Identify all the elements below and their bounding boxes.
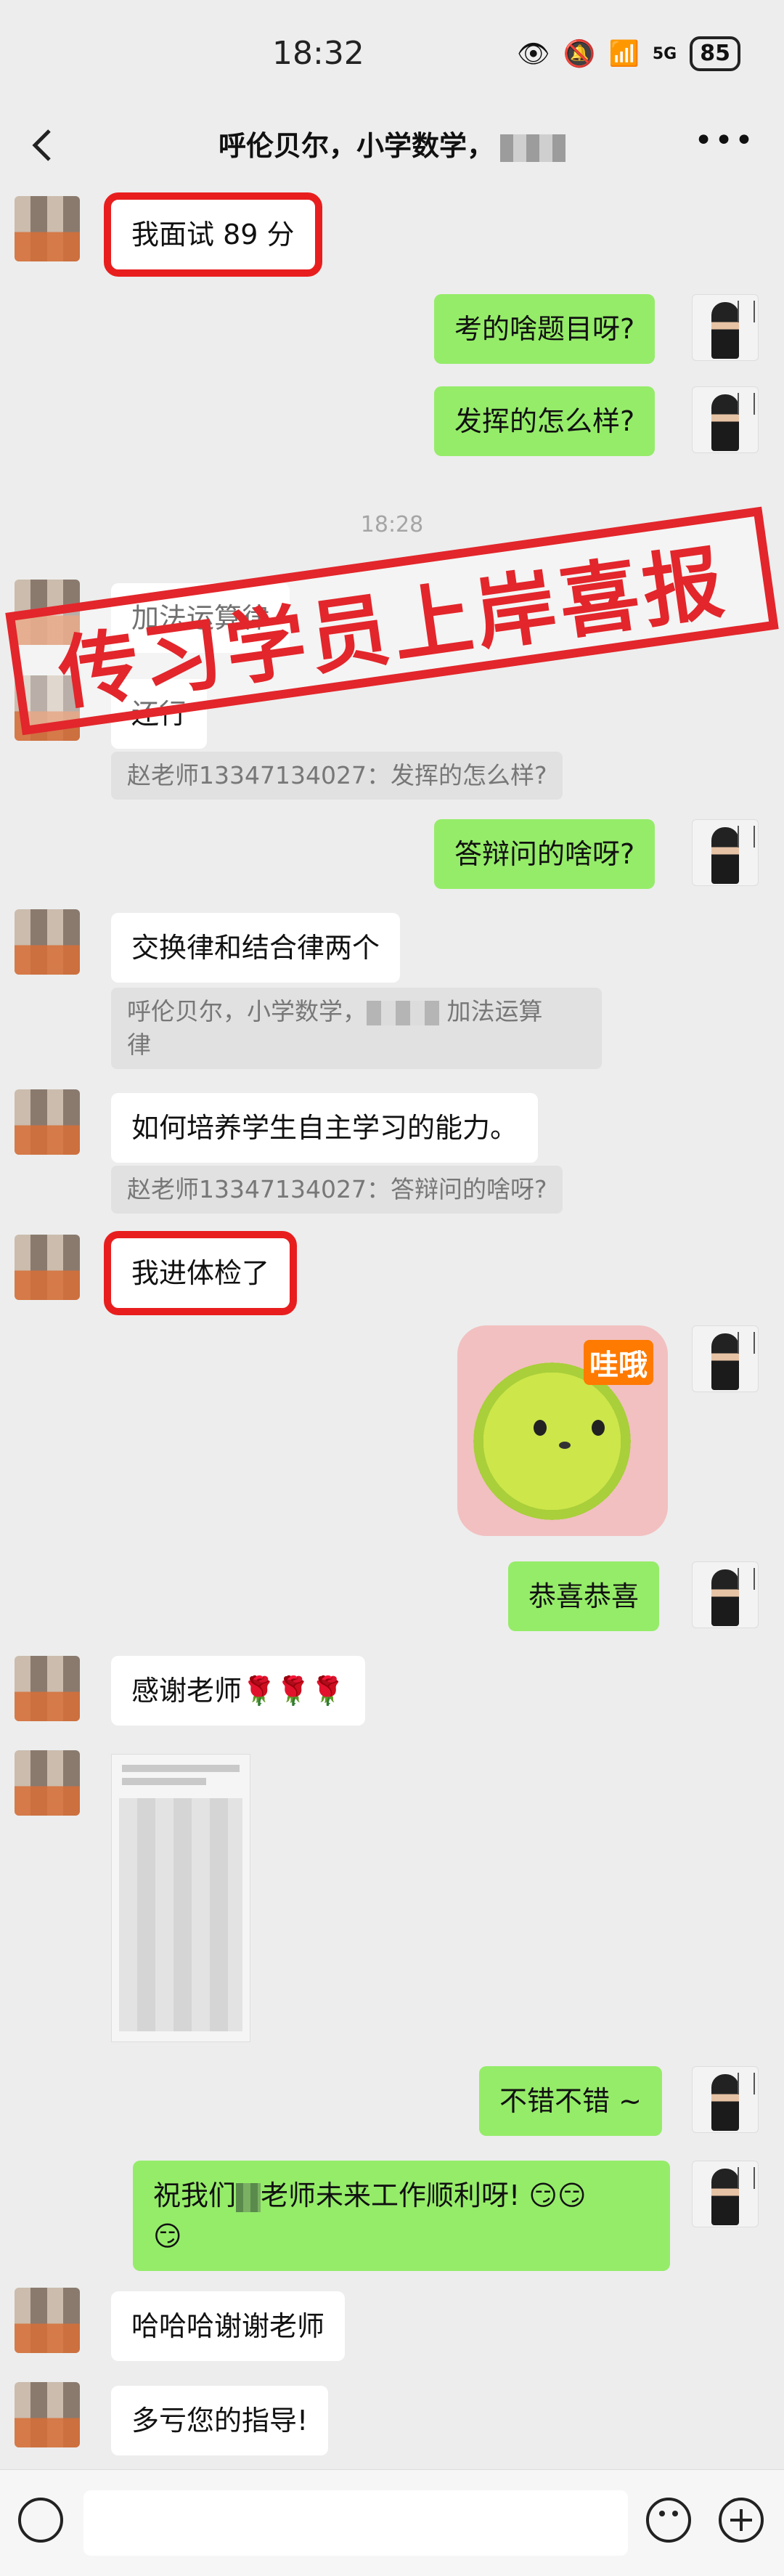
quote-mosaic (367, 1000, 439, 1025)
document-image[interactable] (111, 1754, 250, 2042)
message-bubble[interactable]: 我进体检了 (103, 1231, 298, 1315)
quote-line-prefix: 呼伦贝尔，小学数学， (127, 997, 367, 1025)
message-bubble[interactable]: 答辩问的啥呀? (434, 819, 656, 889)
avatar[interactable] (15, 1750, 80, 1816)
avatar[interactable] (15, 196, 80, 261)
avatar[interactable] (15, 2288, 80, 2353)
message-text-suffix: 老师未来工作顺利呀! 😏😏 (261, 2179, 587, 2211)
avatar[interactable] (692, 1561, 759, 1628)
promo-banner: 传习学员上岸喜报 (5, 506, 779, 736)
message-bubble[interactable]: 我面试 89 分 (104, 192, 322, 277)
sticker-label: 哇哦 (584, 1340, 653, 1385)
message-bubble[interactable]: 多亏您的指导! (111, 2386, 329, 2455)
eye-icon: 👁 (517, 39, 550, 69)
avatar[interactable] (15, 1656, 80, 1721)
quote-line-wrap: 律 (127, 1031, 151, 1059)
mute-icon: 🔕 (563, 39, 596, 69)
message-bubble[interactable]: 交换律和结合律两个 (111, 913, 401, 983)
message-bubble[interactable]: 哈哈哈谢谢老师 (111, 2291, 346, 2361)
message-bubble[interactable]: 感谢老师🌹🌹🌹 (111, 1656, 365, 1726)
chat-title: 呼伦贝尔，小学数学， (0, 123, 784, 163)
status-icons: 👁 🔕 📶 5G 85 (517, 36, 740, 71)
avatar[interactable] (692, 819, 759, 886)
message-bubble[interactable]: 考的啥题目呀? (434, 294, 656, 364)
sticker-image[interactable]: 哇哦 (457, 1325, 668, 1536)
avatar[interactable] (692, 1325, 759, 1392)
more-options-icon[interactable]: ••• (694, 122, 755, 159)
avatar[interactable] (692, 294, 759, 361)
avatar[interactable] (15, 909, 80, 975)
quoted-message[interactable]: 赵老师13347134027：答辩问的啥呀? (111, 1166, 563, 1214)
emoji-icon[interactable] (646, 2498, 691, 2543)
network-label: 5G (652, 44, 677, 63)
title-mosaic (500, 134, 565, 162)
quoted-message[interactable]: 呼伦贝尔，小学数学， 加法运算 律 (111, 988, 602, 1069)
wifi-icon: 📶 (608, 39, 640, 68)
message-text-prefix: 祝我们 (153, 2179, 237, 2211)
battery-indicator: 85 (690, 36, 740, 71)
avatar[interactable] (692, 2066, 759, 2133)
quoted-message[interactable]: 赵老师13347134027：发挥的怎么样? (111, 752, 563, 800)
status-bar: 18:32 👁 🔕 📶 5G 85 (0, 0, 784, 109)
chat-header: 呼伦贝尔，小学数学， ••• (0, 109, 784, 182)
plus-icon[interactable] (719, 2498, 764, 2543)
message-bubble[interactable]: 祝我们 老师未来工作顺利呀! 😏😏 😏 (133, 2161, 670, 2271)
message-text-emoji: 😏 (153, 2220, 182, 2252)
chat-title-text: 呼伦贝尔，小学数学， (218, 130, 494, 162)
message-bubble[interactable]: 恭喜恭喜 (508, 1561, 660, 1631)
message-bubble[interactable]: 如何培养学生自主学习的能力。 (111, 1093, 539, 1163)
input-bar (0, 2469, 784, 2576)
message-bubble[interactable]: 发挥的怎么样? (434, 386, 656, 456)
avatar[interactable] (692, 2161, 759, 2227)
message-bubble[interactable]: 不错不错 ~ (479, 2066, 662, 2136)
voice-icon[interactable] (18, 2498, 63, 2543)
avatar[interactable] (15, 2382, 80, 2447)
message-input[interactable] (83, 2490, 628, 2556)
quote-line-suffix: 加法运算 (446, 997, 543, 1025)
name-mosaic (236, 2182, 261, 2212)
avatar[interactable] (692, 386, 759, 453)
status-time: 18:32 (272, 35, 364, 72)
avatar[interactable] (15, 1235, 80, 1300)
avatar[interactable] (15, 1089, 80, 1155)
banner-text: 传习学员上岸喜报 (52, 534, 733, 721)
